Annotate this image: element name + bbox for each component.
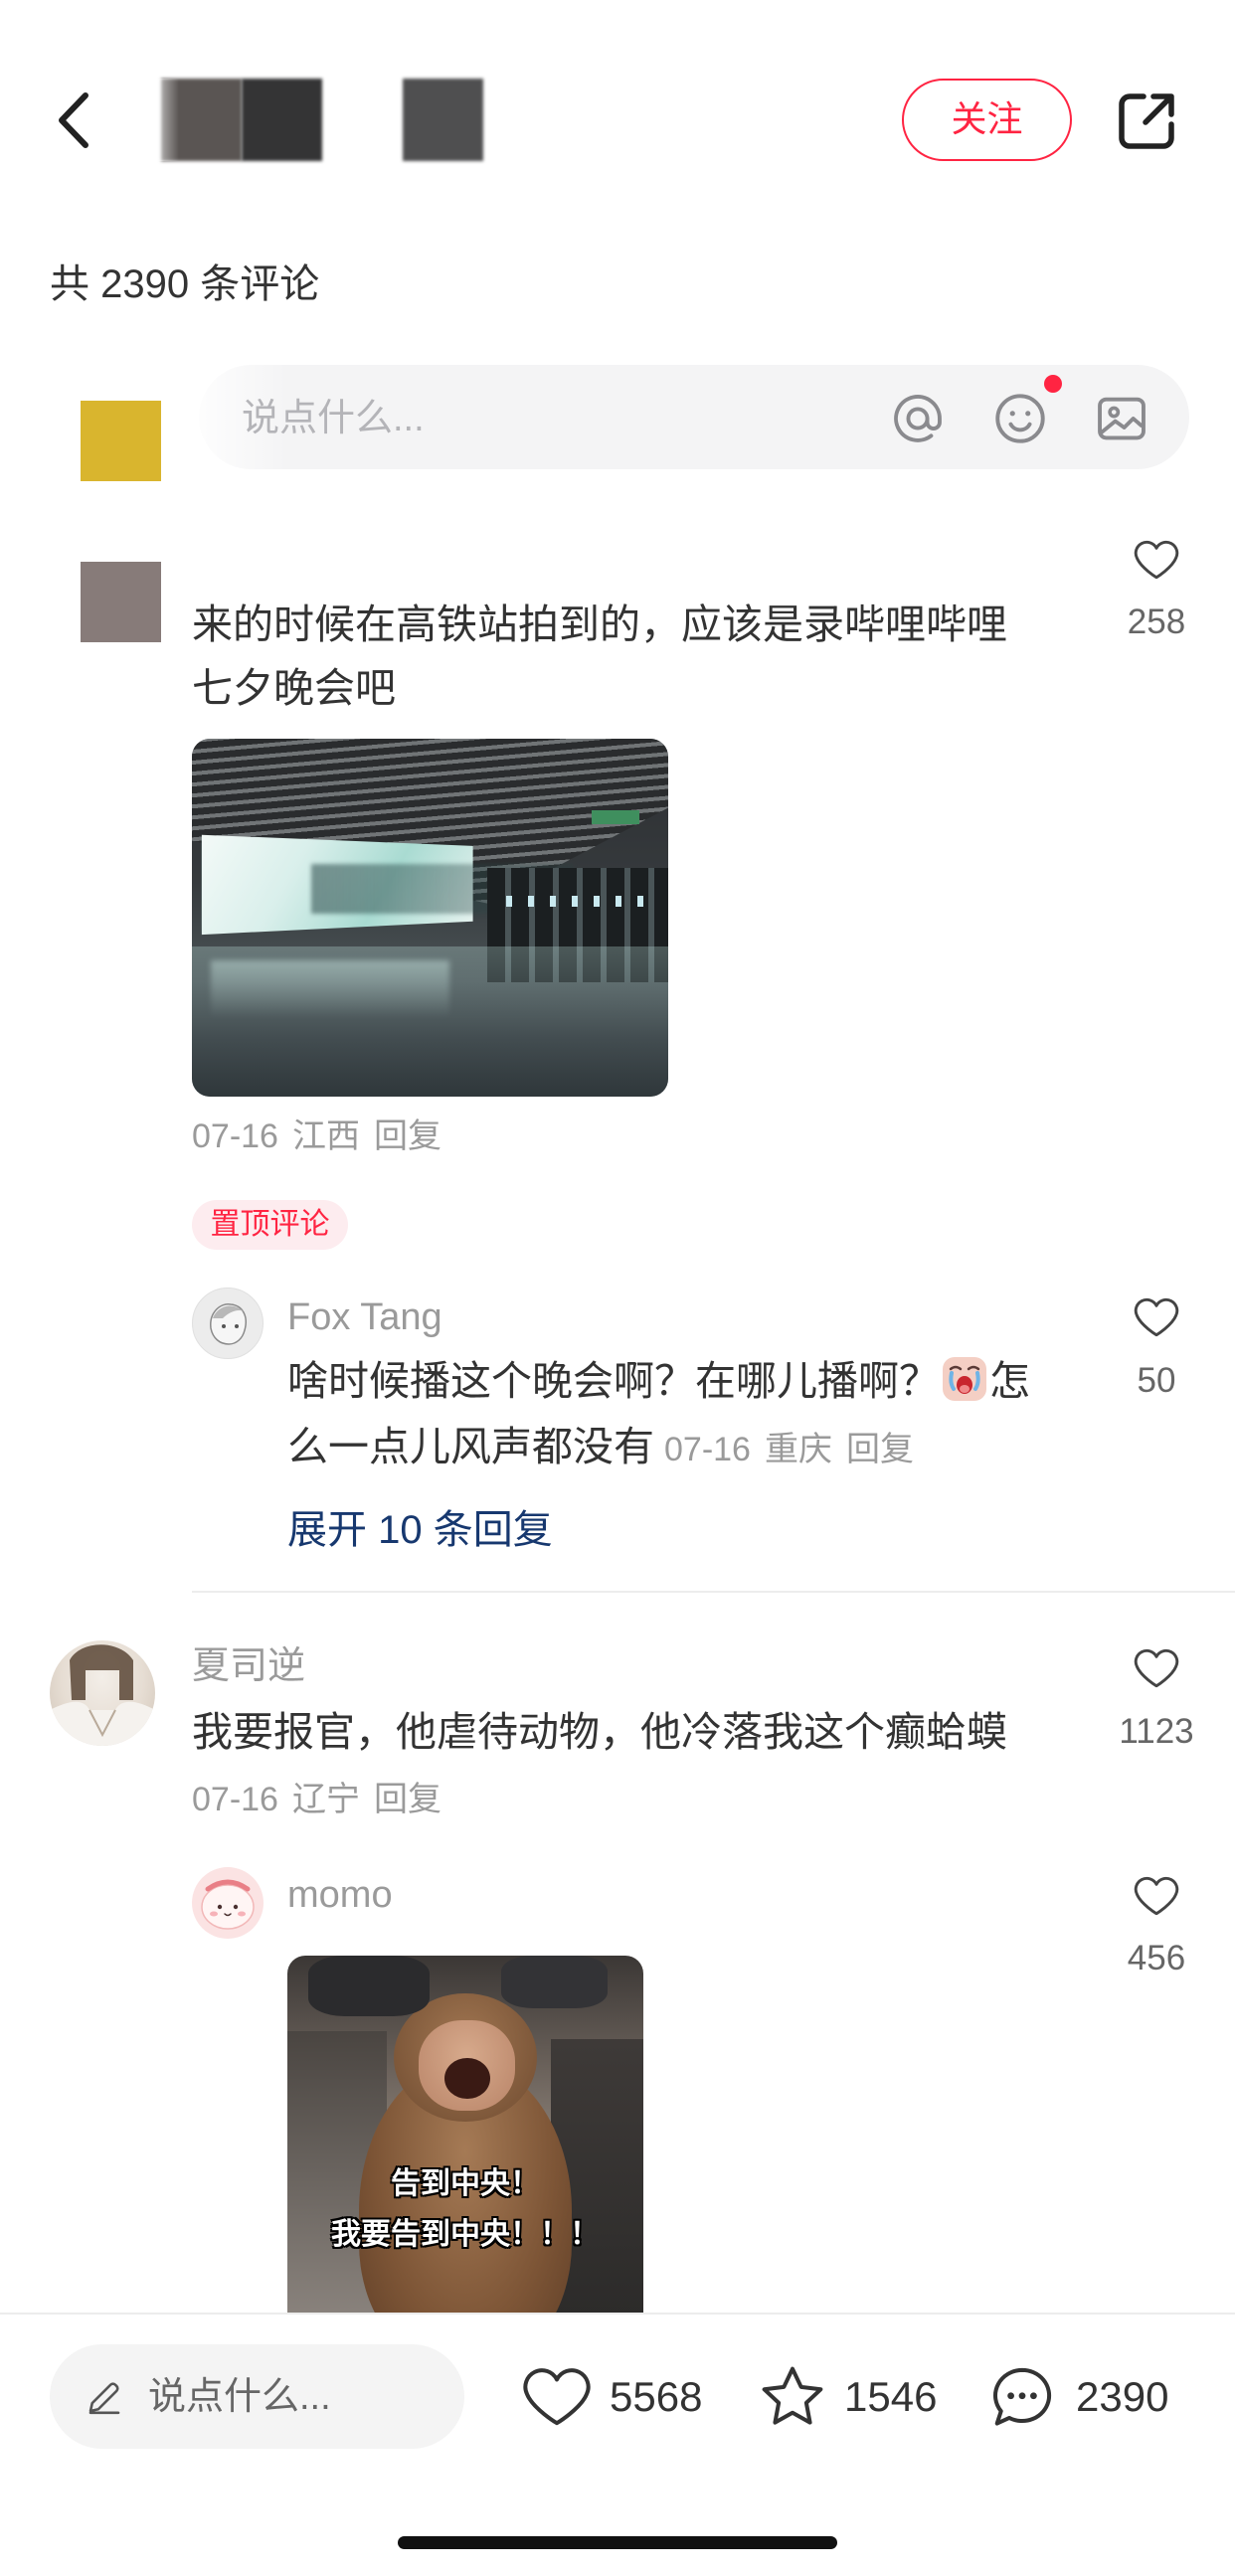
reply-author[interactable]: Fox Tang <box>287 1293 442 1341</box>
avatar[interactable] <box>192 1288 264 1359</box>
like-button[interactable] <box>1107 1292 1206 1342</box>
home-indicator <box>398 2536 837 2549</box>
meme-caption-line: 我要告到中央！！！ <box>331 2218 600 2251</box>
reply-button[interactable]: 回复 <box>374 1117 441 1155</box>
comment-date: 07-16 <box>192 1117 278 1155</box>
comment-location: 辽宁 <box>291 1781 360 1818</box>
reply-text-part: 啥时候播这个晚会啊？在哪儿播啊？ <box>287 1358 940 1404</box>
heart-icon <box>1134 1648 1179 1688</box>
comment-divider <box>192 1591 1235 1593</box>
reply-button[interactable]: 回复 <box>846 1431 914 1468</box>
like-button[interactable] <box>1107 1871 1206 1921</box>
comment-date: 07-16 <box>192 1781 278 1818</box>
pinned-comment-badge: 置顶评论 <box>192 1200 348 1250</box>
reply-date: 07-16 <box>664 1431 751 1468</box>
mention-button[interactable] <box>887 388 949 449</box>
post-comment-count: 2390 <box>1076 2373 1169 2420</box>
reply-author[interactable]: momo <box>287 1871 393 1919</box>
photo-gate-lights <box>506 896 649 908</box>
like-button[interactable] <box>1107 535 1206 585</box>
like-post-button[interactable] <box>519 2360 595 2434</box>
comment-author[interactable]: 夏司逆 <box>192 1642 305 1690</box>
image-icon <box>1098 397 1146 440</box>
blurred-block <box>403 79 483 161</box>
meme-caption-line: 告到中央！ <box>391 2167 540 2200</box>
avatar[interactable] <box>192 1867 264 1939</box>
share-button[interactable] <box>1116 88 1179 152</box>
monkey-meme-image[interactable]: 告到中央！ 我要告到中央！！！ <box>287 1956 643 2333</box>
bottom-input-placeholder[interactable]: 说点什么... <box>148 2372 331 2422</box>
heart-icon <box>1134 1297 1179 1337</box>
share-icon <box>1119 93 1174 149</box>
reply-button[interactable]: 回复 <box>374 1781 441 1818</box>
composer-placeholder[interactable]: 说点什么... <box>242 394 425 443</box>
emoji-notification-dot <box>1044 375 1062 393</box>
crying-face-icon <box>942 1355 987 1403</box>
author-avatar-blurred[interactable] <box>139 79 487 161</box>
avatar[interactable] <box>50 1640 155 1746</box>
sketch-avatar-icon <box>210 1303 247 1345</box>
portrait-avatar-icon <box>50 1644 155 1746</box>
comment-post-button[interactable] <box>984 2360 1060 2434</box>
at-icon <box>894 395 942 442</box>
follow-button[interactable]: 关注 <box>902 79 1072 161</box>
comment-location: 江西 <box>291 1117 360 1155</box>
collect-post-button[interactable] <box>755 2360 830 2434</box>
emoji-icon <box>995 394 1045 443</box>
like-button[interactable] <box>1107 1643 1206 1693</box>
star-icon <box>762 2366 823 2425</box>
blurred-block <box>242 79 322 161</box>
image-button[interactable] <box>1091 388 1152 449</box>
like-count: 258 <box>1127 602 1186 641</box>
reply-location: 重庆 <box>764 1431 832 1468</box>
post-collect-count: 1546 <box>844 2373 938 2420</box>
pencil-icon <box>84 2376 125 2418</box>
comment-meta: 07-16 江西 回复 <box>192 1115 441 1158</box>
heart-icon <box>1134 1876 1179 1916</box>
heart-icon <box>523 2368 591 2426</box>
avatar[interactable] <box>81 562 161 642</box>
reply-text: 啥时候播这个晚会啊？在哪儿播啊？ 怎么一点儿风声都没有 07-16 重庆 回复 <box>287 1348 1053 1482</box>
comment-count-summary: 共 2390 条评论 <box>50 262 320 306</box>
comment-meta: 07-16 辽宁 回复 <box>192 1778 441 1821</box>
like-count: 1123 <box>1119 1712 1194 1751</box>
heart-icon <box>1134 540 1179 580</box>
station-photo[interactable] <box>192 739 668 1097</box>
emoji-button[interactable] <box>989 388 1051 449</box>
meme-monkey-mouth <box>443 2057 491 2100</box>
comment-text: 来的时候在高铁站拍到的，应该是录哔哩哔哩七夕晚会吧 <box>192 601 1007 711</box>
pink-face-avatar-icon <box>201 1879 255 1930</box>
post-like-count: 5568 <box>610 2373 703 2420</box>
like-count: 456 <box>1127 1939 1186 1977</box>
photo-sign <box>592 810 640 825</box>
like-count: 50 <box>1137 1361 1176 1400</box>
comment-text: 我要报官，他虐待动物，他冷落我这个癫蛤蟆 <box>192 1709 1007 1755</box>
photo-reflection <box>211 960 449 1018</box>
reply-meta: 07-16 重庆 回复 <box>664 1431 914 1468</box>
comment-bubble-icon <box>993 2367 1052 2426</box>
my-avatar <box>81 401 161 481</box>
meme-hand <box>308 1956 431 2016</box>
expand-replies-link[interactable]: 展开 10 条回复 <box>287 1502 553 1558</box>
blur-fade <box>139 79 179 161</box>
chevron-left-icon <box>59 92 88 148</box>
meme-hand <box>500 1956 609 2009</box>
back-button[interactable] <box>52 89 95 151</box>
